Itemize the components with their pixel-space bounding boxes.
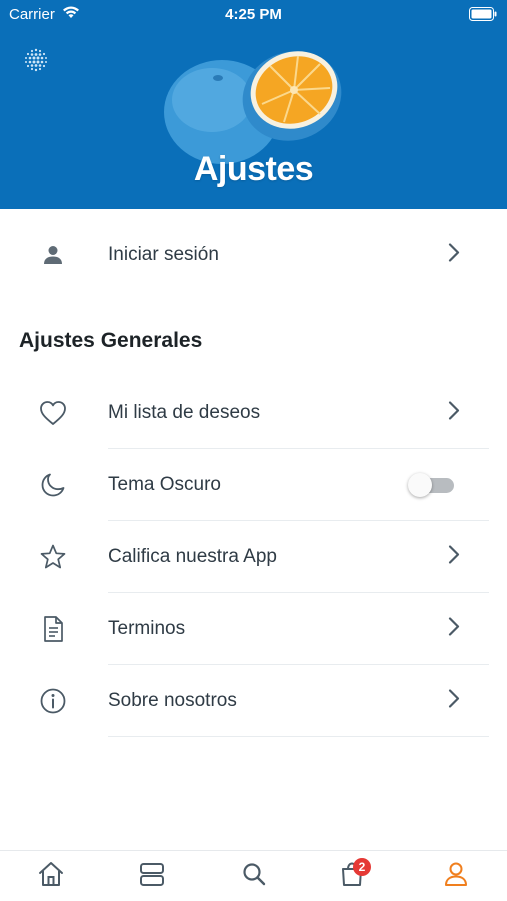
toggle-knob: [408, 473, 432, 497]
battery-icon: [469, 7, 497, 25]
page-title: Ajustes: [193, 150, 314, 188]
tab-search-icon[interactable]: [239, 859, 269, 889]
status-bar: Carrier 4:25 PM: [0, 0, 507, 30]
chevron-right-icon: [448, 689, 460, 714]
login-row[interactable]: Iniciar sesión: [0, 219, 507, 291]
chevron-right-icon: [448, 243, 460, 268]
rate-app-row[interactable]: Califica nuestra App: [0, 521, 507, 593]
user-icon: [38, 240, 68, 270]
cart-badge: 2: [353, 858, 371, 876]
heart-icon: [38, 398, 68, 428]
wishlist-row[interactable]: Mi lista de deseos: [0, 377, 507, 449]
tab-profile-icon[interactable]: [441, 859, 471, 889]
rate-app-label: Califica nuestra App: [108, 546, 277, 567]
dark-theme-label: Tema Oscuro: [108, 474, 221, 495]
wishlist-label: Mi lista de deseos: [108, 402, 261, 423]
dark-theme-toggle[interactable]: [408, 473, 454, 497]
tab-list-icon[interactable]: [137, 859, 167, 889]
dark-theme-row: Tema Oscuro: [0, 449, 507, 521]
divider: [108, 736, 489, 737]
section-title: Ajustes Generales: [19, 329, 203, 352]
moon-icon: [38, 470, 68, 500]
tab-home-icon[interactable]: [36, 859, 66, 889]
star-icon: [38, 542, 68, 572]
clock: 4:25 PM: [225, 6, 282, 23]
header-banner: Carrier 4:25 PM Ajustes: [0, 0, 507, 209]
app-logo-icon: [23, 47, 49, 78]
document-icon: [38, 614, 68, 644]
terms-label: Terminos: [108, 618, 186, 639]
chevron-right-icon: [448, 617, 460, 642]
terms-row[interactable]: Terminos: [0, 593, 507, 665]
chevron-right-icon: [448, 545, 460, 570]
about-label: Sobre nosotros: [108, 690, 237, 711]
chevron-right-icon: [448, 401, 460, 426]
info-icon: [38, 686, 68, 716]
login-label: Iniciar sesión: [108, 244, 219, 265]
about-row[interactable]: Sobre nosotros: [0, 665, 507, 737]
tab-bar: [0, 850, 507, 901]
